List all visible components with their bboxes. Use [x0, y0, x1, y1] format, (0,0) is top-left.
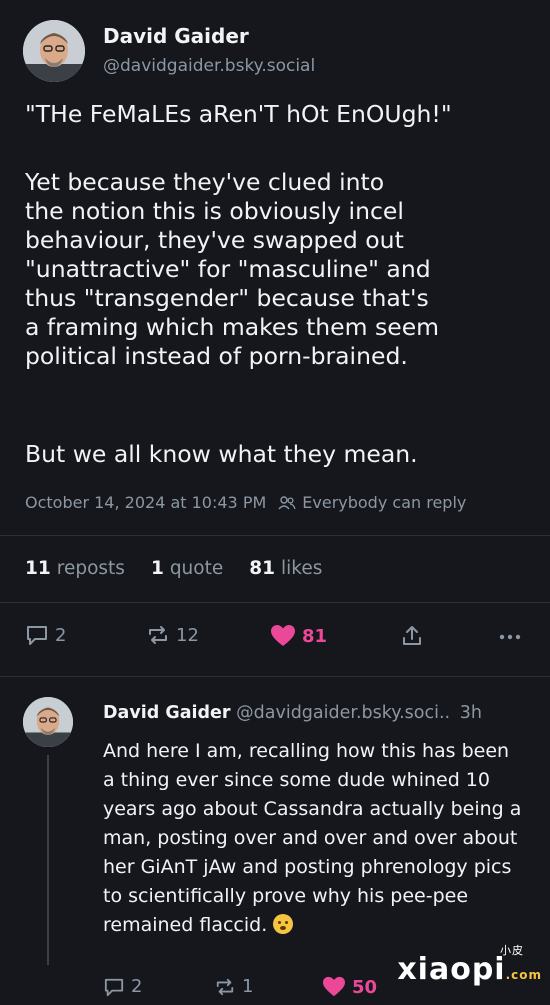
divider: [0, 602, 550, 603]
author-handle[interactable]: @davidgaider.bsky.social: [103, 56, 315, 76]
like-button[interactable]: 81: [270, 624, 327, 648]
avatar-photo: [23, 697, 73, 747]
divider: [0, 676, 550, 677]
share-button[interactable]: [400, 624, 424, 648]
heart-filled-icon: [271, 625, 295, 646]
comment-icon: [27, 626, 47, 645]
reply-header: David Gaider @davidgaider.bsky.soci.. 3h: [103, 703, 482, 723]
reply-reply-button[interactable]: 2: [103, 976, 142, 997]
quotes-stat[interactable]: 1 quote: [151, 558, 223, 579]
reply-author-avatar[interactable]: [23, 697, 73, 747]
post-text-closing: But we all know what they mean.: [25, 440, 418, 468]
author-name[interactable]: David Gaider: [103, 24, 249, 48]
avatar-photo: [23, 20, 85, 82]
repost-icon: [216, 978, 234, 995]
likes-stat[interactable]: 81 likes: [249, 558, 322, 579]
reply-repost-button[interactable]: 1: [214, 976, 253, 997]
post-actions: 2 12 81: [0, 622, 550, 652]
reply-button[interactable]: 2: [25, 624, 66, 646]
people-icon: [278, 495, 296, 509]
post-timestamp[interactable]: October 14, 2024 at 10:43 PM: [25, 493, 266, 512]
repost-button[interactable]: 12: [146, 624, 199, 646]
post-text-quote: "THe FeMaLEs aRen'T hOt EnOUgh!": [25, 100, 452, 128]
reply-permission[interactable]: Everybody can reply: [302, 493, 466, 512]
flushed-face-emoji: [273, 914, 294, 934]
reply-like-button[interactable]: 50: [322, 976, 377, 998]
reply-author-handle[interactable]: @davidgaider.bsky.soci..: [236, 703, 450, 723]
author-avatar[interactable]: [23, 20, 85, 82]
reposts-stat[interactable]: 11 reposts: [25, 558, 125, 579]
reply-text: And here I am, recalling how this has be…: [103, 740, 522, 936]
post-meta: October 14, 2024 at 10:43 PM Everybody c…: [25, 493, 466, 512]
reply-author-name[interactable]: David Gaider: [103, 703, 231, 723]
reply-time[interactable]: 3h: [460, 703, 482, 723]
thread-line: [47, 755, 49, 965]
comment-icon: [104, 978, 124, 996]
heart-filled-icon: [323, 976, 345, 997]
repost-icon: [149, 626, 167, 644]
post-stats: 11 reposts 1 quote 81 likes: [25, 558, 322, 579]
divider: [0, 535, 550, 536]
post-text-body: Yet because they've clued into the notio…: [25, 168, 440, 370]
more-options-button[interactable]: [497, 624, 523, 648]
watermark-logo: 小皮 xiaopi.com: [397, 944, 542, 987]
more-icon: [499, 634, 521, 640]
share-icon: [403, 626, 421, 645]
